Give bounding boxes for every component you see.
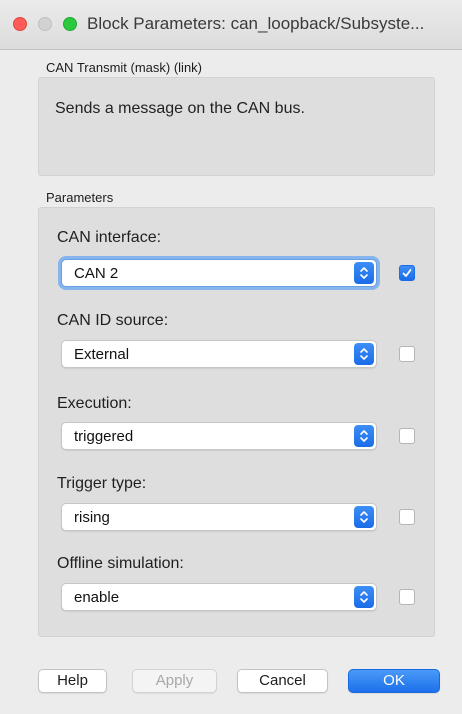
chevron-updown-icon[interactable] [354, 343, 374, 365]
parameters-label: Parameters [46, 190, 114, 205]
chevron-updown-icon[interactable] [354, 262, 374, 284]
trigger-type-value: rising [74, 509, 110, 526]
execution-checkbox[interactable] [399, 428, 415, 444]
apply-button[interactable]: Apply [132, 669, 217, 693]
can-id-source-checkbox[interactable] [399, 346, 415, 362]
can-id-source-label: CAN ID source: [57, 312, 169, 329]
minimize-icon[interactable] [38, 17, 52, 31]
can-id-source-select[interactable]: External [61, 340, 377, 368]
offline-simulation-value: enable [74, 589, 120, 606]
offline-simulation-select[interactable]: enable [61, 583, 377, 611]
cancel-button[interactable]: Cancel [237, 669, 328, 693]
offline-simulation-checkbox[interactable] [399, 589, 415, 605]
execution-select[interactable]: triggered [61, 422, 377, 450]
description-label: CAN Transmit (mask) (link) [46, 60, 203, 75]
close-icon[interactable] [13, 17, 27, 31]
trigger-type-checkbox[interactable] [399, 509, 415, 525]
execution-label: Execution: [57, 395, 132, 412]
chevron-updown-icon[interactable] [354, 586, 374, 608]
can-id-source-value: External [74, 346, 130, 363]
execution-value: triggered [74, 428, 134, 445]
offline-simulation-label: Offline simulation: [57, 555, 184, 572]
can-interface-label: CAN interface: [57, 229, 162, 246]
can-interface-value: CAN 2 [74, 265, 119, 282]
chevron-updown-icon[interactable] [354, 506, 374, 528]
description-panel: Sends a message on the CAN bus. [38, 77, 435, 176]
title-bar[interactable]: Block Parameters: can_loopback/Subsyste.… [0, 0, 462, 50]
trigger-type-select[interactable]: rising [61, 503, 377, 531]
maximize-icon[interactable] [63, 17, 77, 31]
parameters-panel: CAN interface: CAN 2 CAN ID source: Exte… [38, 207, 435, 637]
trigger-type-label: Trigger type: [57, 475, 147, 492]
can-interface-select[interactable]: CAN 2 [61, 259, 377, 287]
block-parameters-dialog: Block Parameters: can_loopback/Subsyste.… [0, 0, 462, 714]
can-interface-checkbox[interactable] [399, 265, 415, 281]
ok-button[interactable]: OK [348, 669, 440, 693]
window-title: Block Parameters: can_loopback/Subsyste.… [87, 14, 425, 33]
chevron-updown-icon[interactable] [354, 425, 374, 447]
description-text: Sends a message on the CAN bus. [55, 100, 305, 117]
help-button[interactable]: Help [38, 669, 107, 693]
